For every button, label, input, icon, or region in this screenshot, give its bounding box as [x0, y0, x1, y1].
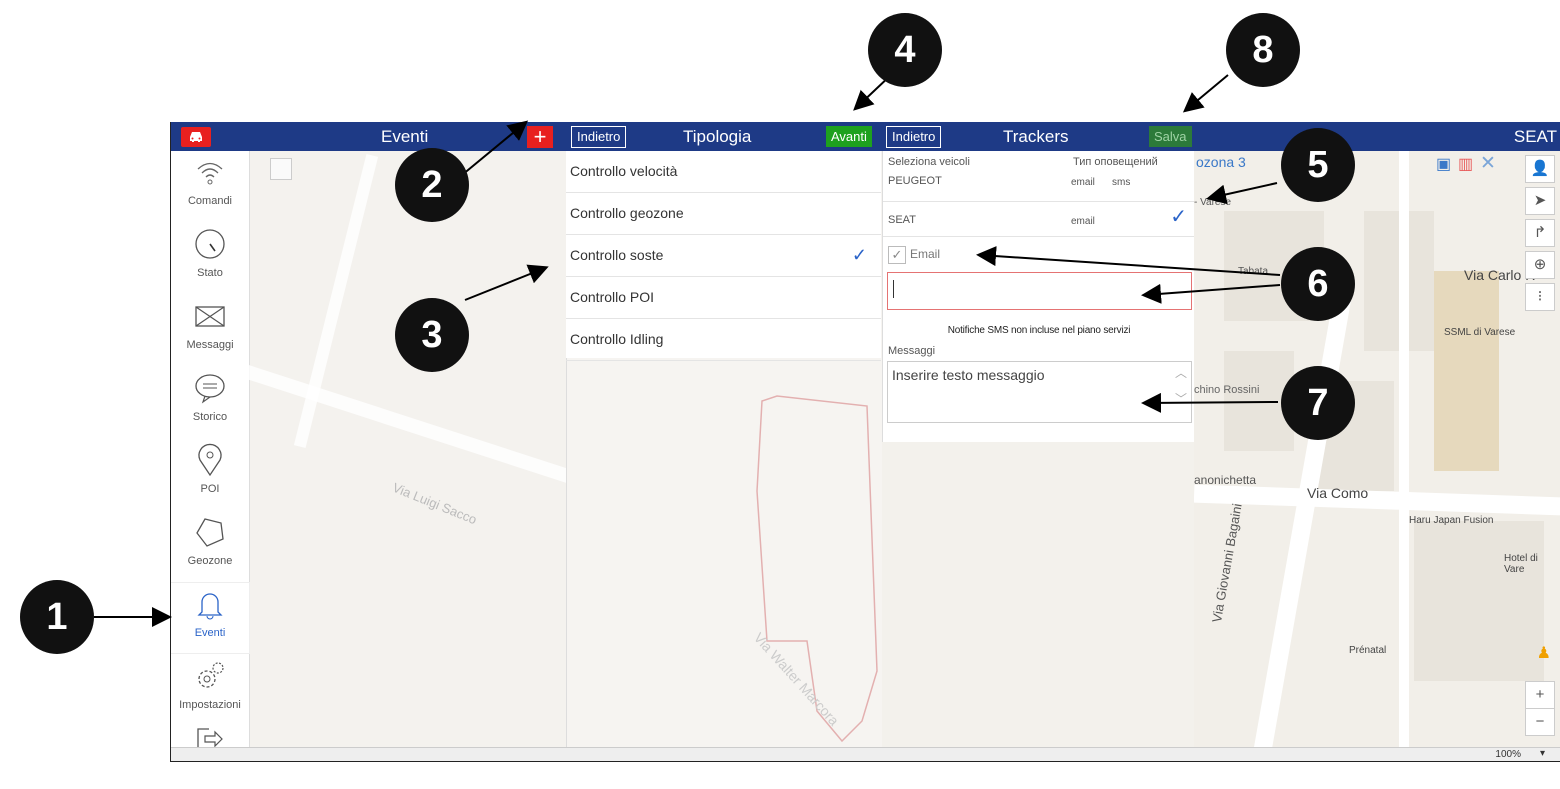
callout-4: 4 [868, 13, 942, 87]
callout-5: 5 [1281, 128, 1355, 202]
callout-8: 8 [1226, 13, 1300, 87]
callout-7: 7 [1281, 366, 1355, 440]
callout-2: 2 [395, 148, 469, 222]
callout-6: 6 [1281, 247, 1355, 321]
callout-1: 1 [20, 580, 94, 654]
callout-3: 3 [395, 298, 469, 372]
